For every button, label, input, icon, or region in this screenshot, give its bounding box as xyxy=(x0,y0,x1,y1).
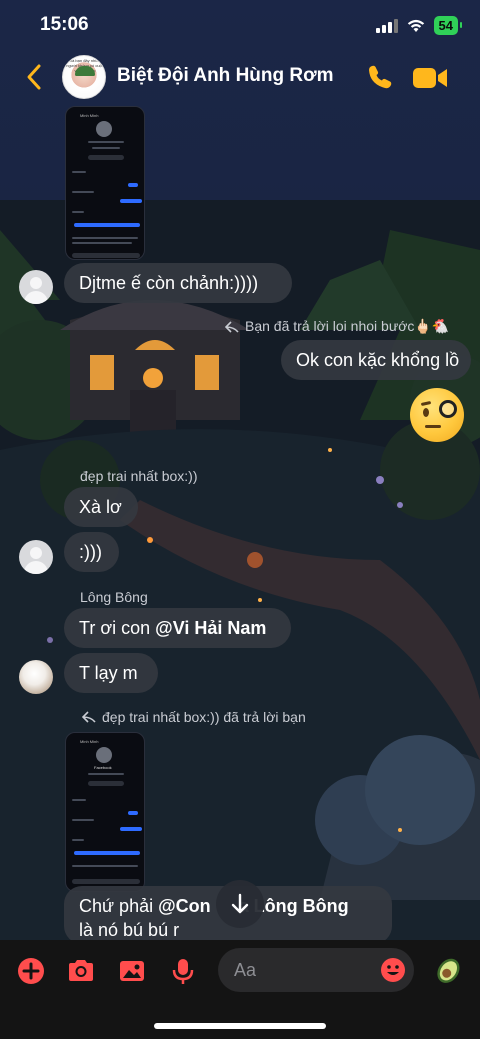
clock: 15:06 xyxy=(40,14,89,35)
reply-arrow-icon xyxy=(225,320,239,333)
avocado-quick-reaction-icon[interactable] xyxy=(433,954,465,986)
sender-avatar-cat[interactable] xyxy=(19,660,53,694)
mention-link[interactable]: @Vi Hải Nam xyxy=(155,618,266,638)
reply-indicator-text: đẹp trai nhất box:)) đã trả lời bạn xyxy=(102,709,306,725)
home-indicator xyxy=(154,1023,326,1029)
thumb-avatar xyxy=(96,747,112,763)
reply-indicator: Bạn đã trả lời loi nhoi bước🖕🏻🐔 xyxy=(225,318,449,335)
avatar-cap-graphic xyxy=(75,66,95,76)
message-bubble[interactable]: :))) xyxy=(64,532,119,572)
emoji-icon[interactable] xyxy=(380,957,406,983)
wifi-icon xyxy=(407,19,424,32)
message-input-wrapper[interactable] xyxy=(218,948,414,992)
own-message-bubble[interactable]: Ok con kặc khổng lồ xyxy=(281,340,471,380)
message-text-line2: là nó bú bú r xyxy=(79,920,180,940)
sender-avatar[interactable] xyxy=(19,270,53,304)
conversation-title[interactable]: Biệt Đội Anh Hùng Rơm xyxy=(117,65,334,87)
sender-name: Lông Bông xyxy=(80,589,148,605)
cellular-signal-icon xyxy=(375,18,398,33)
message-bubble[interactable]: Xà lơ xyxy=(64,487,138,527)
sender-avatar[interactable] xyxy=(19,540,53,574)
reply-indicator-text: Bạn đã trả lời loi nhoi bước🖕🏻🐔 xyxy=(245,318,450,334)
monocle-icon xyxy=(439,400,457,418)
arrow-down-icon xyxy=(231,893,249,914)
thumb-name: Minh Minh xyxy=(80,739,99,744)
status-bar: 15:06 54 xyxy=(0,0,480,50)
reply-arrow-icon xyxy=(82,711,96,723)
battery-indicator: 54 xyxy=(433,16,463,35)
shared-screenshot-image[interactable]: Minh Minh xyxy=(65,106,145,260)
reply-indicator: đẹp trai nhất box:)) đã trả lời bạn xyxy=(82,709,306,725)
avatar-caption: nhà bạn đây những người không có cuộc và… xyxy=(66,58,104,73)
message-text: Chứ phải xyxy=(79,896,159,916)
message-bubble[interactable]: Djtme ế còn chảnh:)))) xyxy=(64,263,292,303)
thumb-name: Minh Minh xyxy=(80,113,99,118)
face-with-monocle-emoji[interactable] xyxy=(410,388,464,442)
plus-icon[interactable] xyxy=(16,956,46,986)
message-bubble[interactable]: T lạy m xyxy=(64,653,158,693)
back-chevron-icon[interactable] xyxy=(22,62,46,92)
message-input[interactable] xyxy=(234,948,374,992)
camera-icon[interactable] xyxy=(66,956,96,986)
video-call-icon[interactable] xyxy=(412,65,448,91)
thumb-subtitle: Facebook xyxy=(94,765,112,770)
phone-call-icon[interactable] xyxy=(366,63,394,91)
microphone-icon[interactable] xyxy=(168,956,198,986)
group-avatar[interactable]: nhà bạn đây những người không có cuộc và… xyxy=(62,55,106,99)
mention-link[interactable]: @Con xyxy=(158,896,211,916)
status-icons: 54 xyxy=(375,16,463,35)
thumb-avatar xyxy=(96,121,112,137)
gallery-icon[interactable] xyxy=(117,956,147,986)
quoted-screenshot-image[interactable]: Minh Minh Facebook xyxy=(65,732,145,892)
message-text: Tr ơi con xyxy=(79,618,156,638)
scroll-to-bottom-button[interactable] xyxy=(216,880,264,928)
chat-header: nhà bạn đây những người không có cuộc và… xyxy=(0,50,480,104)
message-bubble-with-mention[interactable]: Tr ơi con @Vi Hải Nam xyxy=(64,608,291,648)
sender-name: đẹp trai nhất box:)) xyxy=(80,468,198,484)
